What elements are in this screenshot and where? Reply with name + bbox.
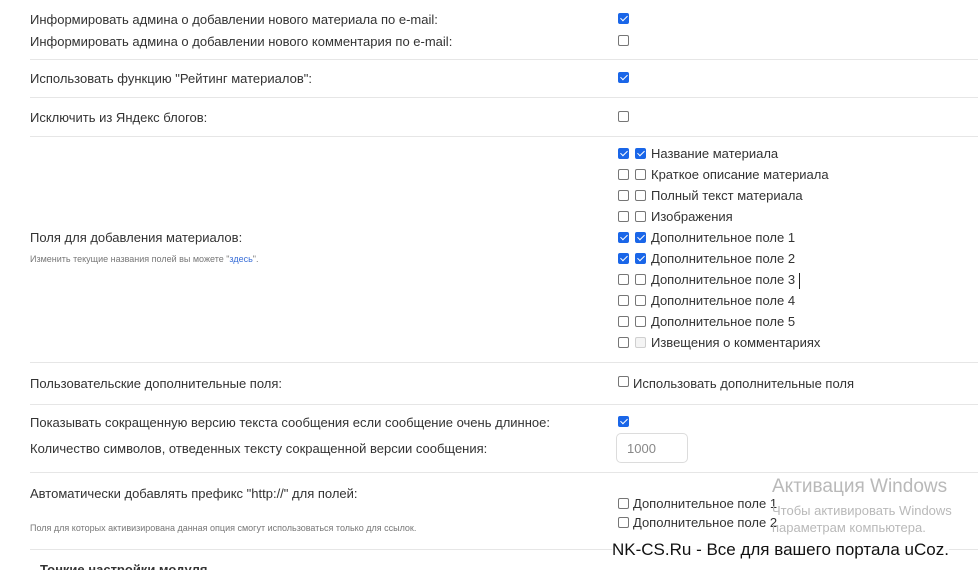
- short-version-checkbox[interactable]: [618, 416, 629, 427]
- row-short-version: Показывать сокращенную версию текста соо…: [30, 405, 978, 473]
- row-exclude-yandex: Исключить из Яндекс блогов:: [30, 98, 978, 137]
- field-required-checkbox-8[interactable]: [635, 295, 646, 306]
- row-notifications: Информировать админа о добавлении нового…: [30, 0, 978, 60]
- field-enabled-checkbox-4[interactable]: [618, 211, 629, 222]
- http-prefix-hint: Поля для которых активизирована данная о…: [30, 523, 417, 533]
- field-required-checkbox-1[interactable]: [635, 148, 646, 159]
- text-cursor: [799, 273, 800, 289]
- section-title-fine-settings: Тонкие настройки модуля: [40, 562, 208, 570]
- field-label-5: Дополнительное поле 1: [651, 230, 796, 245]
- field-label-7: Дополнительное поле 3: [651, 272, 796, 287]
- notify-comment-checkbox[interactable]: [618, 35, 629, 46]
- field-enabled-checkbox-3[interactable]: [618, 190, 629, 201]
- exclude-yandex-label: Исключить из Яндекс блогов:: [30, 110, 208, 125]
- http-prefix-label: Автоматически добавлять префикс "http://…: [30, 486, 358, 501]
- http-prefix-option-2: Дополнительное поле 2: [633, 515, 778, 530]
- custom-fields-label: Пользовательские дополнительные поля:: [30, 376, 283, 391]
- field-label-2: Краткое описание материала: [651, 167, 829, 182]
- field-label-3: Полный текст материала: [651, 188, 803, 203]
- notify-comment-label: Информировать админа о добавлении нового…: [30, 34, 453, 49]
- field-required-checkbox-9[interactable]: [635, 316, 646, 327]
- site-banner: NK-CS.Ru - Все для вашего портала uCoz.: [612, 540, 949, 560]
- module-settings-page: Информировать админа о добавлении нового…: [0, 0, 978, 570]
- field-enabled-checkbox-7[interactable]: [618, 274, 629, 285]
- field-enabled-checkbox-2[interactable]: [618, 169, 629, 180]
- field-required-checkbox-7[interactable]: [635, 274, 646, 285]
- field-required-checkbox-3[interactable]: [635, 190, 646, 201]
- short-version-label: Показывать сокращенную версию текста соо…: [30, 415, 550, 430]
- field-required-checkbox-4[interactable]: [635, 211, 646, 222]
- field-enabled-checkbox-9[interactable]: [618, 316, 629, 327]
- short-chars-input[interactable]: [616, 433, 688, 463]
- field-required-checkbox-2[interactable]: [635, 169, 646, 180]
- rename-fields-link[interactable]: здесь: [229, 254, 252, 264]
- notify-material-checkbox[interactable]: [618, 13, 629, 24]
- exclude-yandex-checkbox[interactable]: [618, 111, 629, 122]
- row-custom-fields: Пользовательские дополнительные поля: Ис…: [30, 363, 978, 405]
- field-label-1: Название материала: [651, 146, 779, 161]
- field-enabled-checkbox-5[interactable]: [618, 232, 629, 243]
- field-label-9: Дополнительное поле 5: [651, 314, 796, 329]
- field-enabled-checkbox-6[interactable]: [618, 253, 629, 264]
- field-enabled-checkbox-10[interactable]: [618, 337, 629, 348]
- field-label-8: Дополнительное поле 4: [651, 293, 796, 308]
- hint-suffix: ".: [252, 254, 259, 264]
- notify-material-label: Информировать админа о добавлении нового…: [30, 12, 438, 27]
- hint-prefix: Изменить текущие названия полей вы может…: [30, 254, 230, 264]
- row-http-prefix: Автоматически добавлять префикс "http://…: [30, 473, 978, 550]
- field-required-checkbox-10[interactable]: [635, 337, 646, 348]
- short-chars-label: Количество символов, отведенных тексту с…: [30, 441, 488, 456]
- custom-fields-checkbox[interactable]: [618, 376, 629, 387]
- custom-fields-option-label: Использовать дополнительные поля: [633, 376, 855, 391]
- material-fields-hint: Изменить текущие названия полей вы может…: [30, 254, 259, 264]
- row-rating: Использовать функцию "Рейтинг материалов…: [30, 60, 978, 98]
- field-label-10: Извещения о комментариях: [651, 335, 821, 350]
- row-material-fields: Поля для добавления материалов: Изменить…: [30, 137, 978, 363]
- field-enabled-checkbox-8[interactable]: [618, 295, 629, 306]
- field-required-checkbox-5[interactable]: [635, 232, 646, 243]
- http-prefix-option-1: Дополнительное поле 1: [633, 496, 778, 511]
- http-prefix-checkbox-2[interactable]: [618, 517, 629, 528]
- rating-checkbox[interactable]: [618, 72, 629, 83]
- field-label-6: Дополнительное поле 2: [651, 251, 796, 266]
- field-required-checkbox-6[interactable]: [635, 253, 646, 264]
- field-enabled-checkbox-1[interactable]: [618, 148, 629, 159]
- http-prefix-checkbox-1[interactable]: [618, 498, 629, 509]
- material-fields-label: Поля для добавления материалов:: [30, 230, 243, 245]
- rating-label: Использовать функцию "Рейтинг материалов…: [30, 71, 312, 86]
- field-label-4: Изображения: [651, 209, 733, 224]
